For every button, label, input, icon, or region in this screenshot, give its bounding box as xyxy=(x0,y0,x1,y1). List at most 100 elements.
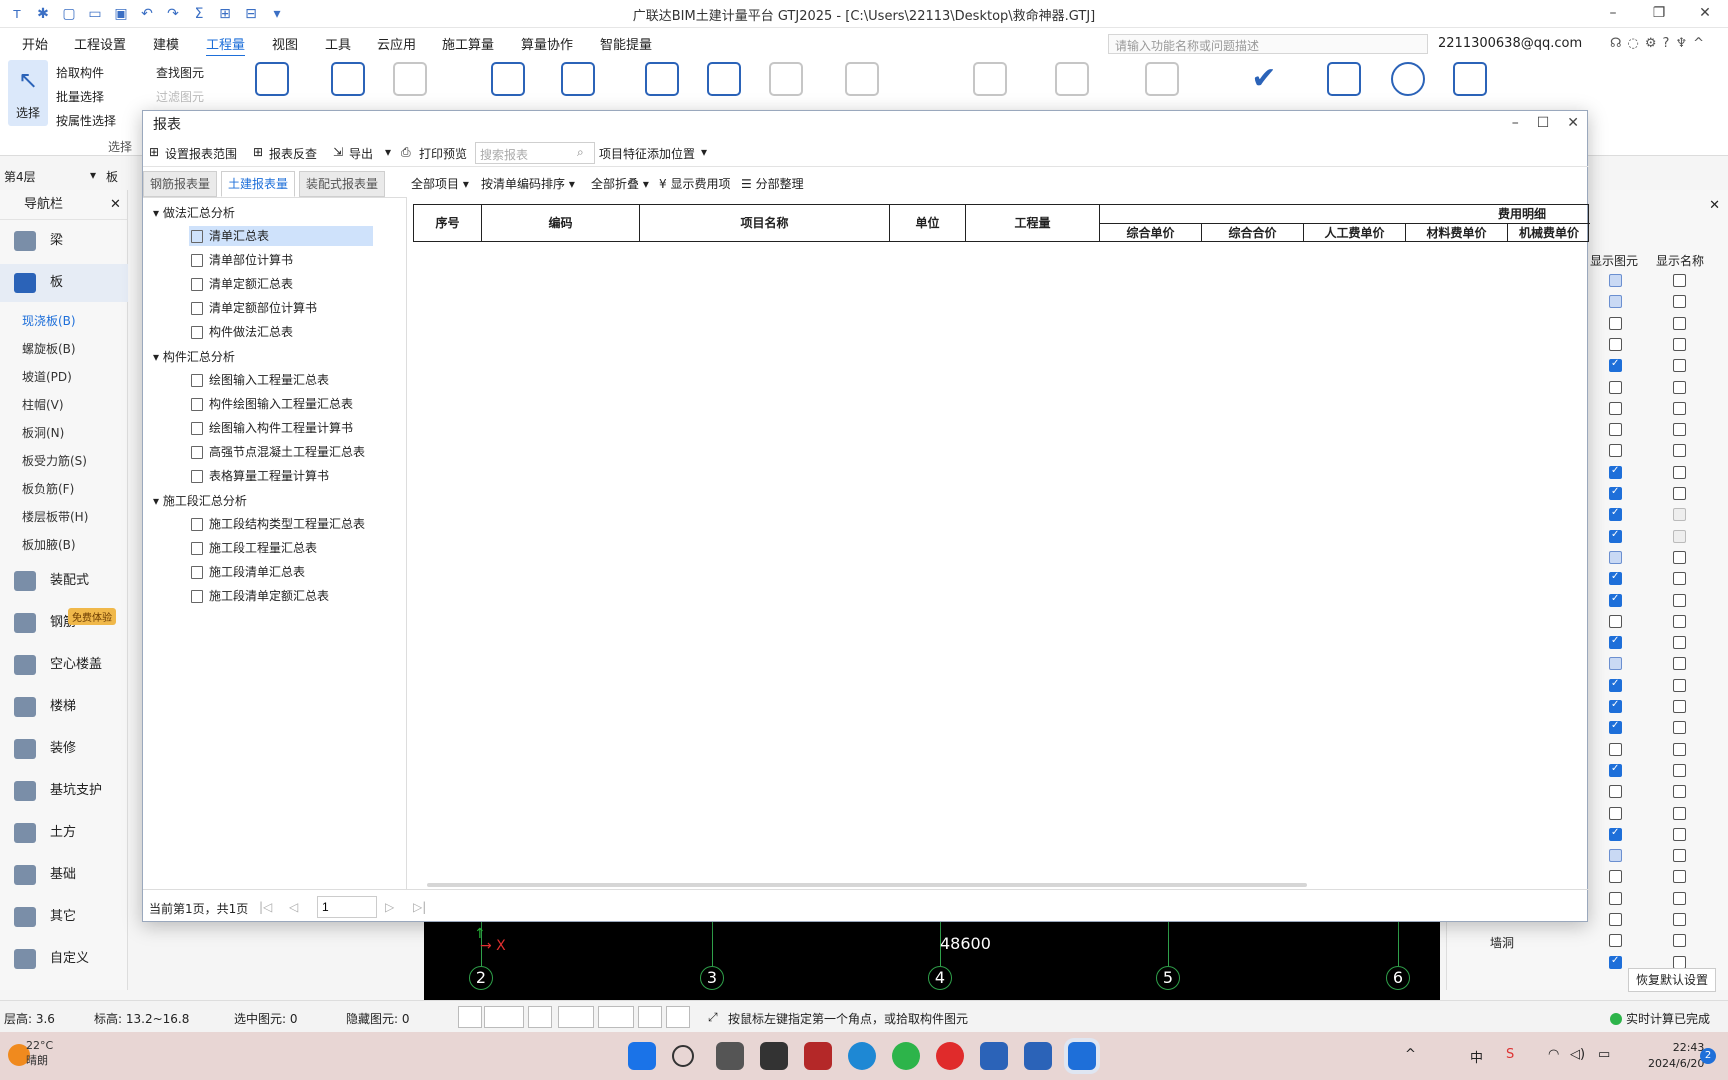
chevron-up-icon[interactable]: ^ xyxy=(1405,1047,1416,1062)
nav-cat-prefab[interactable]: 装配式 xyxy=(0,562,128,600)
wifi-icon[interactable]: ◠ xyxy=(1548,1047,1559,1062)
select-by-attr-button[interactable]: 按属性选择 xyxy=(56,112,116,129)
show-name-checkbox[interactable] xyxy=(1673,955,1686,969)
wechat-icon[interactable] xyxy=(892,1042,920,1070)
show-element-checkbox[interactable] xyxy=(1609,423,1622,437)
nav-cat-other[interactable]: 其它 xyxy=(0,898,128,936)
nav-cat-slab[interactable]: 板 xyxy=(0,264,128,302)
minimize-icon[interactable]: – xyxy=(1512,115,1519,131)
show-name-checkbox[interactable] xyxy=(1673,316,1686,330)
angle-icon[interactable] xyxy=(558,1006,594,1028)
nav-cat-foundation[interactable]: 基础 xyxy=(0,856,128,894)
show-element-checkbox[interactable] xyxy=(1609,657,1622,671)
nav-sub-column-cap[interactable]: 柱帽(V) xyxy=(22,396,64,413)
search-icon[interactable]: ⌕ xyxy=(577,145,584,160)
sogou-icon[interactable]: S xyxy=(1506,1047,1514,1062)
show-element-checkbox[interactable] xyxy=(1609,316,1622,330)
show-name-checkbox[interactable] xyxy=(1673,870,1686,884)
show-name-checkbox[interactable] xyxy=(1673,380,1686,394)
show-name-checkbox[interactable] xyxy=(1673,295,1686,309)
ortho-icon[interactable] xyxy=(458,1006,482,1028)
menu-collab[interactable]: 算量协作 xyxy=(521,34,573,53)
tree-item[interactable]: 构件绘图输入工程量汇总表 xyxy=(189,394,359,414)
show-element-checkbox[interactable] xyxy=(1609,870,1622,884)
nav-sub-slab-haunch[interactable]: 板加腋(B) xyxy=(22,536,76,553)
app-icon[interactable] xyxy=(804,1042,832,1070)
realtime-calc-button[interactable] xyxy=(244,62,300,96)
close-icon[interactable]: ✕ xyxy=(110,190,121,220)
show-name-checkbox[interactable] xyxy=(1673,572,1686,586)
tree-group[interactable]: ▾ 施工段汇总分析 xyxy=(153,492,247,509)
report-app-icon[interactable] xyxy=(980,1042,1008,1070)
gtj-app-icon[interactable] xyxy=(1068,1042,1096,1070)
show-element-checkbox[interactable] xyxy=(1609,507,1622,522)
tree-item[interactable]: 清单定额部位计算书 xyxy=(189,298,323,318)
show-element-checkbox[interactable] xyxy=(1609,699,1622,713)
view-formula-button[interactable] xyxy=(480,62,536,96)
selected-calc-button[interactable] xyxy=(382,62,438,96)
show-name-checkbox[interactable] xyxy=(1673,529,1686,543)
view-report-button[interactable] xyxy=(1316,62,1372,96)
menu-construction-calc[interactable]: 施工算量 xyxy=(442,34,494,53)
tree-item[interactable]: 施工段工程量汇总表 xyxy=(189,538,323,558)
show-element-checkbox[interactable] xyxy=(1609,529,1622,543)
show-name-checkbox[interactable] xyxy=(1673,678,1686,692)
show-name-checkbox[interactable] xyxy=(1673,487,1686,500)
menu-cloud[interactable]: 云应用 xyxy=(377,34,416,53)
show-element-checkbox[interactable] xyxy=(1609,742,1622,756)
show-element-checkbox[interactable] xyxy=(1609,465,1622,479)
minimize-icon[interactable]: – xyxy=(1590,0,1636,28)
tree-item[interactable]: 高强节点混凝土工程量汇总表 xyxy=(189,442,371,462)
tab-prefab-report[interactable]: 装配式报表量 xyxy=(299,171,386,197)
nav-cat-hollow-floor[interactable]: 空心楼盖 xyxy=(0,646,128,684)
table-calc-button[interactable] xyxy=(1442,62,1498,96)
close-icon[interactable]: ✕ xyxy=(1682,0,1728,28)
show-element-checkbox[interactable] xyxy=(1609,486,1622,500)
arc-icon[interactable] xyxy=(666,1006,690,1028)
show-element-checkbox[interactable] xyxy=(1609,763,1622,777)
tree-item[interactable]: 施工段清单汇总表 xyxy=(189,562,311,582)
tree-item[interactable]: 施工段结构类型工程量汇总表 xyxy=(189,514,371,534)
menu-start[interactable]: 开始 xyxy=(22,34,48,53)
tree-item[interactable]: 表格算量工程量计算书 xyxy=(189,466,335,486)
netease-music-icon[interactable] xyxy=(936,1042,964,1070)
show-fee-button[interactable]: ¥ 显示费用项 xyxy=(659,175,730,192)
horizontal-scrollbar[interactable] xyxy=(427,883,1307,887)
prev-page-icon[interactable]: ◁ xyxy=(289,900,298,914)
dynamic-input-icon[interactable] xyxy=(638,1006,662,1028)
show-name-checkbox[interactable] xyxy=(1673,444,1686,458)
select-mode-icon[interactable] xyxy=(484,1006,524,1028)
view-rebar-button[interactable] xyxy=(634,62,690,96)
print-preview-button[interactable]: 打印预览 xyxy=(419,145,467,162)
select-button[interactable]: ↖ 选择 xyxy=(8,60,48,126)
drawing-canvas[interactable]: 2 3 4 5 6 48600 ↑ → X xyxy=(424,922,1440,1000)
show-name-checkbox[interactable] xyxy=(1673,891,1686,905)
search-icon[interactable] xyxy=(672,1045,694,1067)
show-element-checkbox[interactable] xyxy=(1609,806,1622,820)
last-page-icon[interactable]: ▷| xyxy=(413,900,426,914)
task-view-icon[interactable] xyxy=(716,1042,744,1070)
tree-group[interactable]: ▾ 构件汇总分析 xyxy=(153,348,235,365)
show-element-checkbox[interactable] xyxy=(1609,444,1622,458)
batch-select-button[interactable]: 批量选择 xyxy=(56,88,104,105)
tree-item[interactable]: 施工段清单定额汇总表 xyxy=(189,586,335,606)
show-name-checkbox[interactable] xyxy=(1673,913,1686,926)
show-name-checkbox[interactable] xyxy=(1673,337,1686,351)
show-element-checkbox[interactable] xyxy=(1609,934,1622,948)
notification-badge[interactable]: 2 xyxy=(1700,1048,1716,1064)
clock[interactable]: 22:43 2024/6/20 xyxy=(1648,1040,1704,1072)
collapse-ribbon-icon[interactable]: ^ xyxy=(1693,36,1704,51)
restore-icon[interactable]: ❐ xyxy=(1636,0,1682,28)
nav-sub-ramp[interactable]: 坡道(PD) xyxy=(22,368,72,385)
show-name-checkbox[interactable] xyxy=(1673,700,1686,713)
menu-project-settings[interactable]: 工程设置 xyxy=(74,34,126,53)
show-element-checkbox[interactable] xyxy=(1609,635,1622,650)
stage-extract-button[interactable] xyxy=(1044,62,1100,96)
menu-smart-extract[interactable]: 智能提量 xyxy=(600,34,652,53)
subdivide-button[interactable]: ☰ 分部整理 xyxy=(741,175,804,192)
show-name-checkbox[interactable] xyxy=(1673,401,1686,415)
headset-icon[interactable]: ☊ xyxy=(1610,36,1622,51)
nav-cat-decoration[interactable]: 装修 xyxy=(0,730,128,768)
feature-position-dropdown[interactable]: 项目特征添加位置 xyxy=(599,145,695,162)
chevron-down-icon[interactable]: ▾ xyxy=(385,145,391,159)
